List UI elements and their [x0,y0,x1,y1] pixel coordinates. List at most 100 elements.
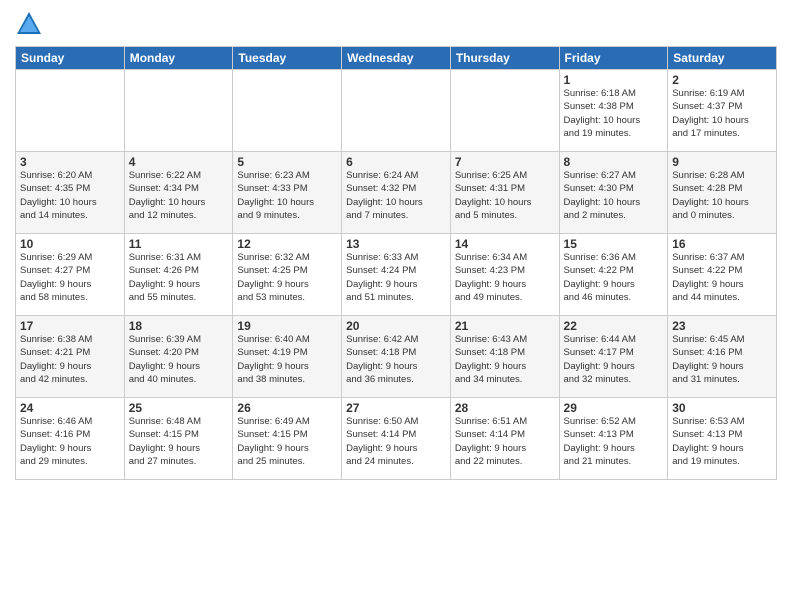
day-number: 18 [129,319,229,333]
calendar-cell: 28Sunrise: 6:51 AM Sunset: 4:14 PM Dayli… [450,398,559,480]
day-info: Sunrise: 6:33 AM Sunset: 4:24 PM Dayligh… [346,251,446,304]
day-number: 12 [237,237,337,251]
calendar-week-row: 10Sunrise: 6:29 AM Sunset: 4:27 PM Dayli… [16,234,777,316]
calendar-cell: 11Sunrise: 6:31 AM Sunset: 4:26 PM Dayli… [124,234,233,316]
calendar-week-row: 1Sunrise: 6:18 AM Sunset: 4:38 PM Daylig… [16,70,777,152]
calendar-cell: 9Sunrise: 6:28 AM Sunset: 4:28 PM Daylig… [668,152,777,234]
day-info: Sunrise: 6:20 AM Sunset: 4:35 PM Dayligh… [20,169,120,222]
day-number: 25 [129,401,229,415]
day-number: 22 [564,319,664,333]
day-number: 16 [672,237,772,251]
day-info: Sunrise: 6:23 AM Sunset: 4:33 PM Dayligh… [237,169,337,222]
day-number: 13 [346,237,446,251]
day-info: Sunrise: 6:40 AM Sunset: 4:19 PM Dayligh… [237,333,337,386]
day-number: 8 [564,155,664,169]
day-info: Sunrise: 6:28 AM Sunset: 4:28 PM Dayligh… [672,169,772,222]
calendar-cell: 26Sunrise: 6:49 AM Sunset: 4:15 PM Dayli… [233,398,342,480]
calendar-week-row: 17Sunrise: 6:38 AM Sunset: 4:21 PM Dayli… [16,316,777,398]
day-number: 28 [455,401,555,415]
day-info: Sunrise: 6:39 AM Sunset: 4:20 PM Dayligh… [129,333,229,386]
day-info: Sunrise: 6:18 AM Sunset: 4:38 PM Dayligh… [564,87,664,140]
day-info: Sunrise: 6:25 AM Sunset: 4:31 PM Dayligh… [455,169,555,222]
calendar-week-row: 24Sunrise: 6:46 AM Sunset: 4:16 PM Dayli… [16,398,777,480]
day-info: Sunrise: 6:36 AM Sunset: 4:22 PM Dayligh… [564,251,664,304]
day-info: Sunrise: 6:46 AM Sunset: 4:16 PM Dayligh… [20,415,120,468]
calendar-cell: 1Sunrise: 6:18 AM Sunset: 4:38 PM Daylig… [559,70,668,152]
day-info: Sunrise: 6:48 AM Sunset: 4:15 PM Dayligh… [129,415,229,468]
header-row: SundayMondayTuesdayWednesdayThursdayFrid… [16,47,777,70]
day-number: 9 [672,155,772,169]
day-number: 19 [237,319,337,333]
day-number: 3 [20,155,120,169]
day-number: 15 [564,237,664,251]
day-number: 11 [129,237,229,251]
day-number: 6 [346,155,446,169]
day-info: Sunrise: 6:22 AM Sunset: 4:34 PM Dayligh… [129,169,229,222]
calendar-cell: 27Sunrise: 6:50 AM Sunset: 4:14 PM Dayli… [342,398,451,480]
calendar-cell: 30Sunrise: 6:53 AM Sunset: 4:13 PM Dayli… [668,398,777,480]
day-info: Sunrise: 6:43 AM Sunset: 4:18 PM Dayligh… [455,333,555,386]
calendar-cell [16,70,125,152]
page: SundayMondayTuesdayWednesdayThursdayFrid… [0,0,792,612]
calendar-cell: 17Sunrise: 6:38 AM Sunset: 4:21 PM Dayli… [16,316,125,398]
calendar-cell: 4Sunrise: 6:22 AM Sunset: 4:34 PM Daylig… [124,152,233,234]
calendar-cell: 3Sunrise: 6:20 AM Sunset: 4:35 PM Daylig… [16,152,125,234]
day-info: Sunrise: 6:51 AM Sunset: 4:14 PM Dayligh… [455,415,555,468]
day-header: Tuesday [233,47,342,70]
calendar-cell: 25Sunrise: 6:48 AM Sunset: 4:15 PM Dayli… [124,398,233,480]
calendar-cell: 8Sunrise: 6:27 AM Sunset: 4:30 PM Daylig… [559,152,668,234]
day-number: 26 [237,401,337,415]
calendar-cell: 24Sunrise: 6:46 AM Sunset: 4:16 PM Dayli… [16,398,125,480]
day-number: 4 [129,155,229,169]
calendar-cell: 2Sunrise: 6:19 AM Sunset: 4:37 PM Daylig… [668,70,777,152]
calendar-cell: 29Sunrise: 6:52 AM Sunset: 4:13 PM Dayli… [559,398,668,480]
calendar-cell: 6Sunrise: 6:24 AM Sunset: 4:32 PM Daylig… [342,152,451,234]
logo-icon [15,10,43,38]
day-header: Monday [124,47,233,70]
day-info: Sunrise: 6:52 AM Sunset: 4:13 PM Dayligh… [564,415,664,468]
day-number: 2 [672,73,772,87]
calendar-cell: 12Sunrise: 6:32 AM Sunset: 4:25 PM Dayli… [233,234,342,316]
calendar-cell: 16Sunrise: 6:37 AM Sunset: 4:22 PM Dayli… [668,234,777,316]
calendar-cell: 13Sunrise: 6:33 AM Sunset: 4:24 PM Dayli… [342,234,451,316]
day-number: 7 [455,155,555,169]
day-info: Sunrise: 6:44 AM Sunset: 4:17 PM Dayligh… [564,333,664,386]
logo [15,10,47,38]
day-header: Wednesday [342,47,451,70]
day-info: Sunrise: 6:37 AM Sunset: 4:22 PM Dayligh… [672,251,772,304]
calendar-cell: 14Sunrise: 6:34 AM Sunset: 4:23 PM Dayli… [450,234,559,316]
day-number: 17 [20,319,120,333]
day-number: 24 [20,401,120,415]
calendar-cell [342,70,451,152]
day-info: Sunrise: 6:19 AM Sunset: 4:37 PM Dayligh… [672,87,772,140]
calendar-cell: 10Sunrise: 6:29 AM Sunset: 4:27 PM Dayli… [16,234,125,316]
calendar: SundayMondayTuesdayWednesdayThursdayFrid… [15,46,777,480]
day-info: Sunrise: 6:31 AM Sunset: 4:26 PM Dayligh… [129,251,229,304]
day-number: 14 [455,237,555,251]
day-header: Saturday [668,47,777,70]
calendar-cell [233,70,342,152]
calendar-cell: 23Sunrise: 6:45 AM Sunset: 4:16 PM Dayli… [668,316,777,398]
calendar-cell: 15Sunrise: 6:36 AM Sunset: 4:22 PM Dayli… [559,234,668,316]
day-number: 29 [564,401,664,415]
day-header: Sunday [16,47,125,70]
day-number: 27 [346,401,446,415]
day-number: 21 [455,319,555,333]
calendar-cell: 20Sunrise: 6:42 AM Sunset: 4:18 PM Dayli… [342,316,451,398]
day-header: Thursday [450,47,559,70]
day-info: Sunrise: 6:50 AM Sunset: 4:14 PM Dayligh… [346,415,446,468]
calendar-cell [450,70,559,152]
day-header: Friday [559,47,668,70]
day-number: 5 [237,155,337,169]
calendar-cell: 19Sunrise: 6:40 AM Sunset: 4:19 PM Dayli… [233,316,342,398]
calendar-week-row: 3Sunrise: 6:20 AM Sunset: 4:35 PM Daylig… [16,152,777,234]
calendar-cell: 22Sunrise: 6:44 AM Sunset: 4:17 PM Dayli… [559,316,668,398]
day-info: Sunrise: 6:49 AM Sunset: 4:15 PM Dayligh… [237,415,337,468]
header [15,10,777,38]
day-info: Sunrise: 6:45 AM Sunset: 4:16 PM Dayligh… [672,333,772,386]
calendar-cell: 18Sunrise: 6:39 AM Sunset: 4:20 PM Dayli… [124,316,233,398]
day-number: 10 [20,237,120,251]
calendar-cell: 5Sunrise: 6:23 AM Sunset: 4:33 PM Daylig… [233,152,342,234]
calendar-cell: 21Sunrise: 6:43 AM Sunset: 4:18 PM Dayli… [450,316,559,398]
day-info: Sunrise: 6:32 AM Sunset: 4:25 PM Dayligh… [237,251,337,304]
